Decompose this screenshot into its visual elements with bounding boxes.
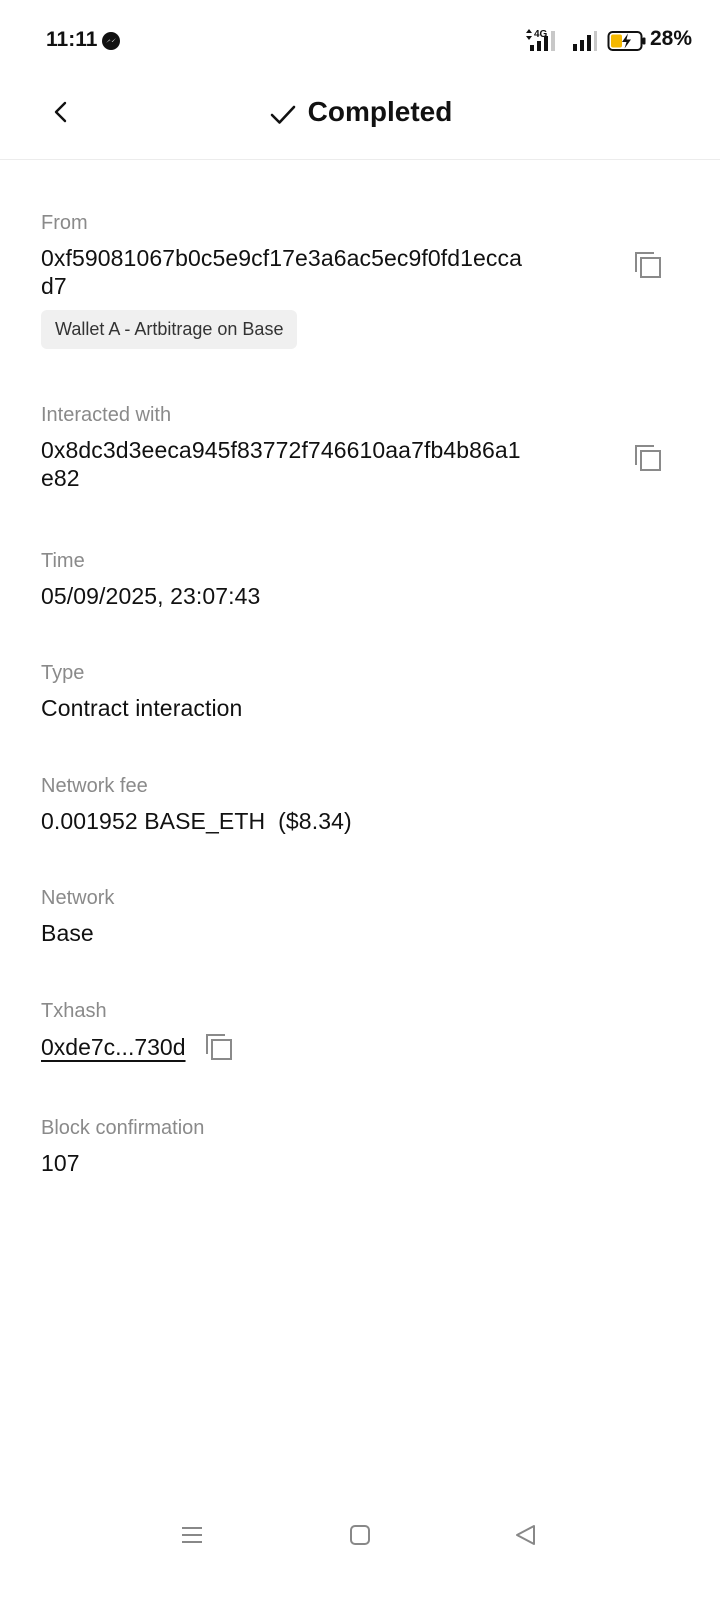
from-address: 0xf59081067b0c5e9cf17e3a6ac5ec9f0fd1ecca… bbox=[41, 245, 523, 299]
network-label: Network bbox=[41, 887, 115, 909]
from-section: From 0xf59081067b0c5e9cf17e3a6ac5ec9f0fd… bbox=[41, 210, 641, 349]
system-nav-bar bbox=[0, 1500, 720, 1570]
network-section: Network Base bbox=[41, 885, 641, 947]
time-section: Time 05/09/2025, 23:07:43 bbox=[41, 548, 641, 610]
type-label: Type bbox=[41, 662, 85, 684]
messenger-icon bbox=[102, 32, 120, 50]
home-icon[interactable] bbox=[345, 1520, 375, 1550]
status-time: 11:11 bbox=[46, 28, 98, 51]
txhash-row: 0xde7c...730d bbox=[41, 1032, 641, 1062]
block-confirmation-section: Block confirmation 107 bbox=[41, 1115, 641, 1177]
page-title: Completed bbox=[307, 96, 453, 127]
copy-interacted-address-button[interactable] bbox=[633, 443, 663, 473]
type-section: Type Contract interaction bbox=[41, 660, 641, 722]
network-fee-value: 0.001952 BASE_ETH ($8.34) bbox=[41, 808, 352, 834]
block-confirmation-label: Block confirmation bbox=[41, 1117, 205, 1139]
status-bar: 11:11 4G 28% bbox=[0, 0, 720, 80]
network-value: Base bbox=[41, 920, 94, 946]
network-fee-label: Network fee bbox=[41, 775, 148, 797]
signal-icon bbox=[573, 31, 597, 51]
from-label: From bbox=[41, 212, 88, 234]
txhash-link[interactable]: 0xde7c...730d bbox=[41, 1034, 186, 1061]
interacted-with-address: 0x8dc3d3eeca945f83772f746610aa7fb4b86a1e… bbox=[41, 437, 521, 491]
network-fee-section: Network fee 0.001952 BASE_ETH ($8.34) bbox=[41, 773, 641, 835]
check-icon bbox=[270, 105, 295, 124]
header: Completed bbox=[0, 80, 720, 160]
title-wrap: Completed bbox=[0, 90, 720, 134]
txhash-section: Txhash 0xde7c...730d bbox=[41, 998, 641, 1062]
copy-txhash-button[interactable] bbox=[204, 1032, 234, 1062]
type-value: Contract interaction bbox=[41, 695, 243, 721]
block-confirmation-value: 107 bbox=[41, 1150, 80, 1176]
mobile-data-signal-icon: 4G bbox=[526, 29, 555, 51]
copy-from-address-button[interactable] bbox=[633, 250, 663, 280]
txhash-label: Txhash bbox=[41, 1000, 107, 1022]
menu-icon[interactable] bbox=[177, 1520, 207, 1550]
time-label: Time bbox=[41, 550, 85, 572]
battery-charging-icon bbox=[607, 31, 646, 51]
battery-percentage: 28% bbox=[650, 27, 693, 50]
wallet-tag: Wallet A - Artbitrage on Base bbox=[41, 310, 298, 349]
interacted-with-section: Interacted with 0x8dc3d3eeca945f83772f74… bbox=[41, 402, 641, 492]
time-value: 05/09/2025, 23:07:43 bbox=[41, 583, 261, 609]
interacted-with-label: Interacted with bbox=[41, 404, 172, 426]
back-triangle-icon[interactable] bbox=[511, 1520, 541, 1550]
